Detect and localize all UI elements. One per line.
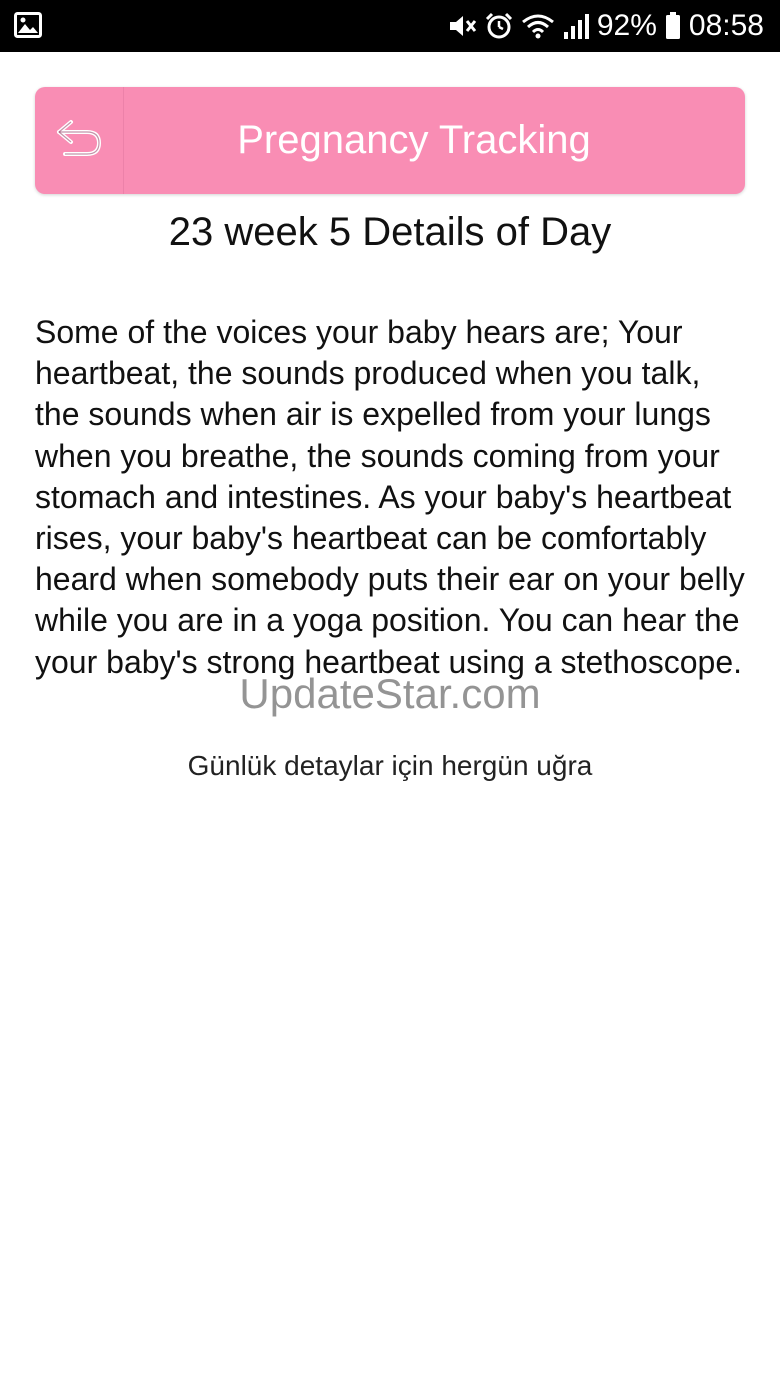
- back-button[interactable]: [35, 87, 124, 194]
- battery-percent: 92%: [596, 9, 657, 42]
- app-header: Pregnancy Tracking: [35, 87, 745, 194]
- alarm-icon: [485, 12, 513, 40]
- page-title: Pregnancy Tracking: [237, 118, 591, 162]
- status-bar: 92% 08:58: [0, 0, 780, 52]
- image-notification-icon: [14, 12, 42, 38]
- wifi-icon: [521, 12, 555, 40]
- mute-icon: [447, 12, 477, 40]
- footer-note: Günlük detaylar için hergün uğra: [187, 750, 593, 781]
- status-time: 08:58: [688, 9, 764, 42]
- signal-icon: [563, 12, 589, 40]
- day-details-text: Some of the voices your baby hears are; …: [35, 314, 745, 680]
- back-arrow-icon: [53, 114, 105, 167]
- day-heading: 23 week 5 Details of Day: [168, 210, 612, 254]
- battery-icon: [665, 12, 681, 40]
